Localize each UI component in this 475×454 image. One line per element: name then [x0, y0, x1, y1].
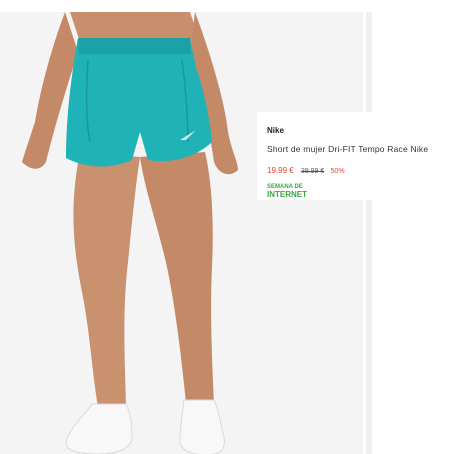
product-image[interactable]: [0, 12, 363, 454]
semana-de-internet-badge: SEMANA DE INTERNET: [267, 184, 307, 199]
product-title[interactable]: Short de mujer Dri-FIT Tempo Race Nike: [267, 144, 428, 154]
product-brand: Nike: [267, 126, 284, 135]
divider-strip: [366, 12, 372, 454]
price-current: 19.99 €: [267, 166, 294, 175]
product-page: Nike Short de mujer Dri-FIT Tempo Race N…: [0, 0, 475, 454]
price-original: 39.99 €: [300, 168, 325, 175]
badge-line-2: INTERNET: [267, 190, 307, 199]
discount-badge: 50%: [330, 168, 345, 175]
product-photo: [0, 12, 363, 454]
price-row: 19.99 € 39.99 € 50%: [267, 166, 345, 175]
product-info-card[interactable]: Nike Short de mujer Dri-FIT Tempo Race N…: [257, 112, 475, 200]
